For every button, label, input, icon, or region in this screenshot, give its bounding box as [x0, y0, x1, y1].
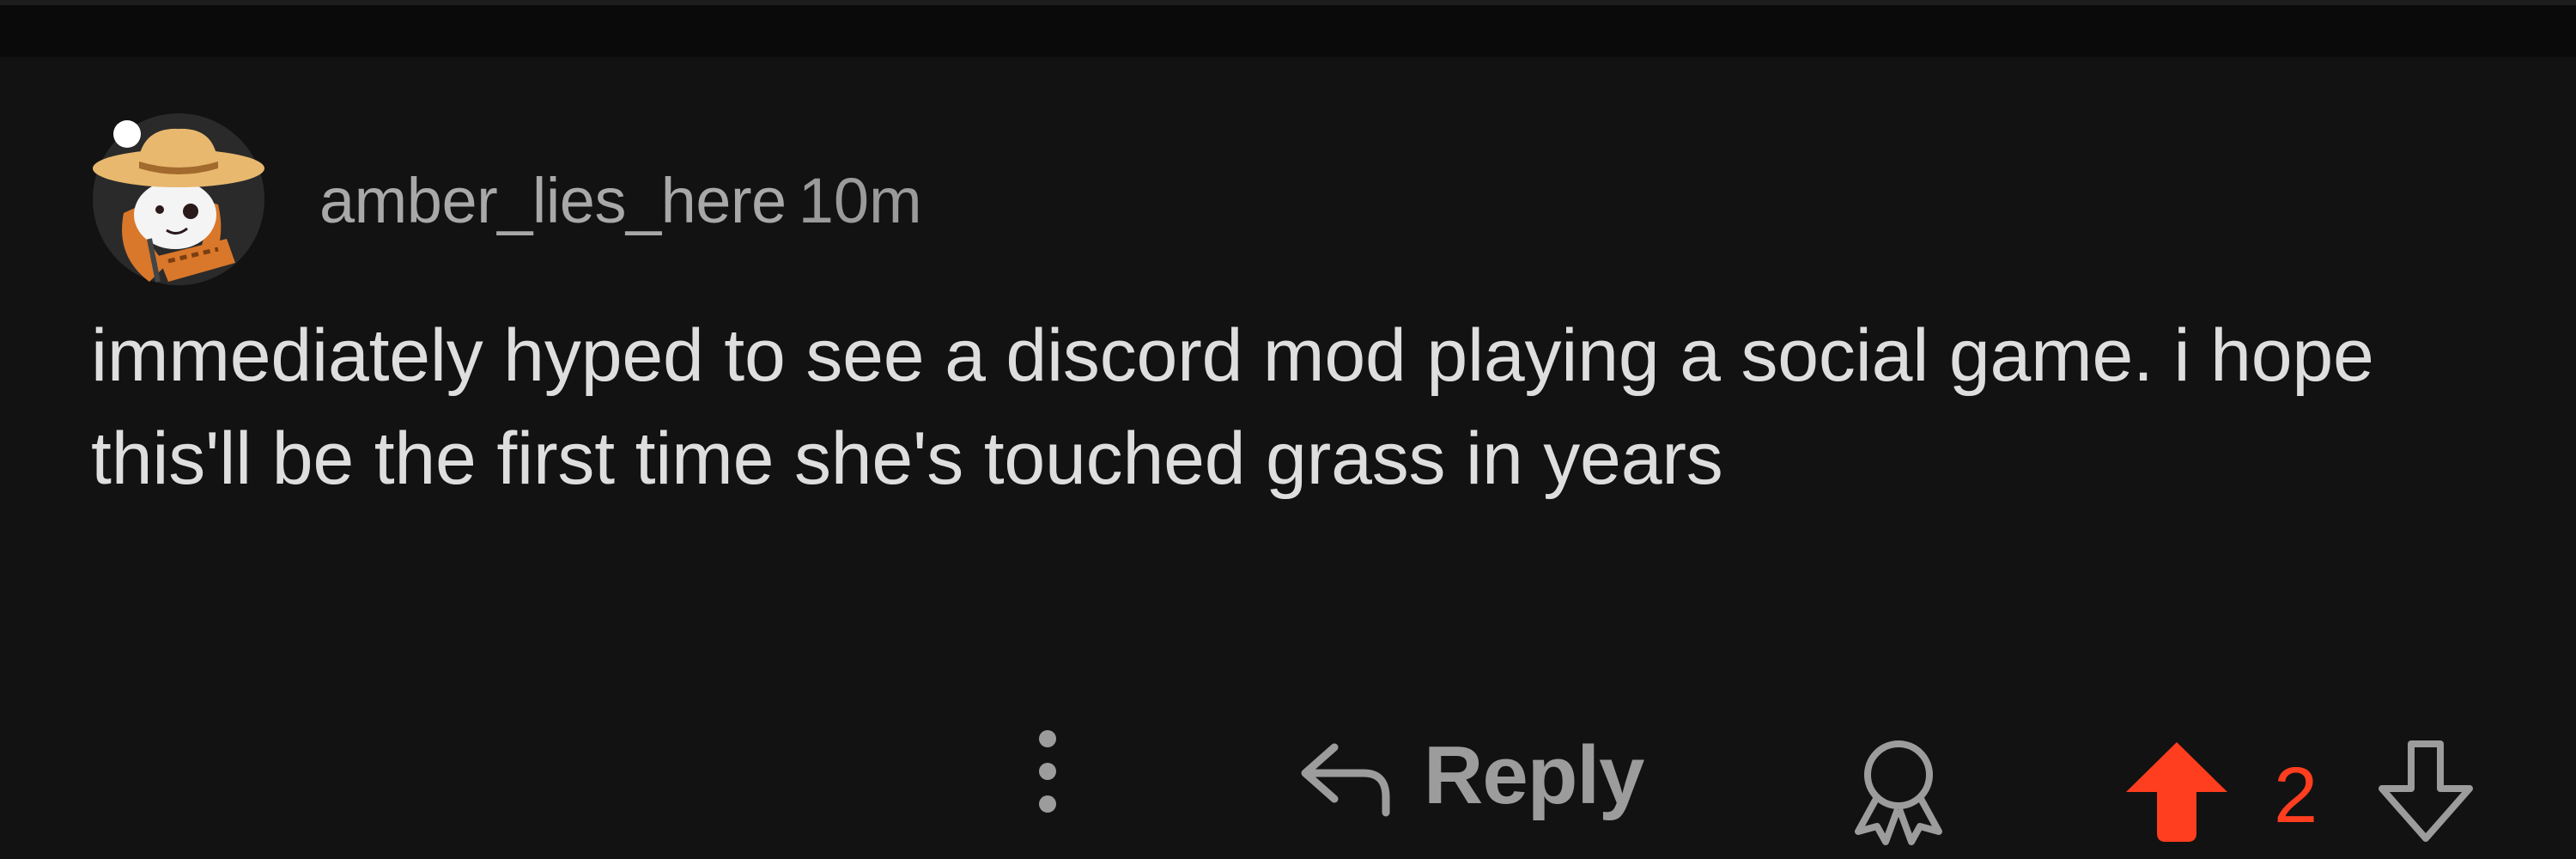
comment: amber_lies_here 10m immediately hyped to … [0, 57, 2576, 859]
author-username[interactable]: amber_lies_here [319, 165, 787, 236]
reply-button[interactable]: Reply [1297, 728, 1644, 823]
comment-header: amber_lies_here 10m [319, 158, 922, 244]
user-avatar[interactable] [89, 110, 268, 289]
reply-label: Reply [1424, 729, 1644, 821]
award-button[interactable] [1843, 735, 1954, 847]
more-options-button[interactable] [1022, 727, 1073, 821]
more-vertical-icon [1039, 730, 1056, 813]
downvote-arrow-icon [2379, 740, 2473, 842]
comment-timestamp: 10m [798, 165, 922, 236]
top-bar [0, 0, 2576, 57]
comment-body: immediately hyped to see a discord mod p… [91, 314, 2374, 500]
reply-arrow-icon [1301, 743, 1390, 817]
snoo-avatar-icon [93, 113, 264, 285]
comment-actions: Reply 2 [0, 684, 2576, 856]
downvote-button[interactable] [2370, 735, 2482, 847]
vote-count: 2 [2274, 752, 2318, 839]
upvote-arrow-icon [2126, 742, 2227, 842]
award-icon [1855, 740, 1942, 845]
upvote-button[interactable] [2121, 735, 2233, 847]
